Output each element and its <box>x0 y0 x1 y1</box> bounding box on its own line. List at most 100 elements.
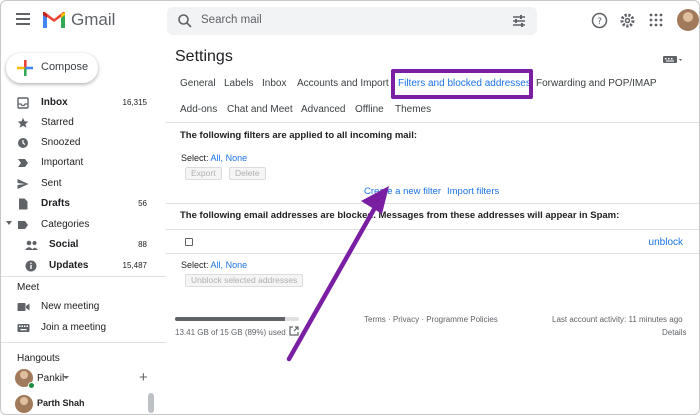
section-divider <box>166 203 699 204</box>
gmail-wordmark: Gmail <box>71 10 116 29</box>
tab-forwarding-and-pop-imap[interactable]: Forwarding and POP/IMAP <box>536 73 657 95</box>
page-title: Settings <box>175 48 233 65</box>
sidebar-item-drafts[interactable]: Drafts 56 <box>1 194 161 214</box>
new-meeting-button[interactable]: New meeting <box>1 297 161 317</box>
hangouts-section-title: Hangouts <box>17 353 60 364</box>
filters-select-row: Select: All, None <box>181 153 247 163</box>
footer-policy-links[interactable]: Terms · Privacy · Programme Policies <box>364 315 498 324</box>
tab-chat-and-meet[interactable]: Chat and Meet <box>227 99 293 121</box>
sidebar-item-count: 88 <box>138 240 147 249</box>
tune-icon[interactable] <box>511 13 527 29</box>
export-button[interactable]: Export <box>185 167 222 180</box>
sidebar-item-label: Starred <box>41 117 74 128</box>
create-new-filter-link[interactable]: Create a new filter <box>364 186 441 197</box>
sidebar-item-updates[interactable]: Updates 15,487 <box>1 256 161 276</box>
chevron-down-icon[interactable] <box>63 376 69 379</box>
hangouts-contact[interactable]: Parth Shah <box>15 395 165 414</box>
hamburger-menu-icon[interactable] <box>16 13 30 25</box>
join-meeting-label: Join a meeting <box>41 322 107 333</box>
meet-section-title: Meet <box>17 282 40 293</box>
tab-add-ons[interactable]: Add-ons <box>180 99 217 121</box>
search-icon[interactable] <box>177 13 193 29</box>
join-meeting-button[interactable]: Join a meeting <box>1 318 161 338</box>
apps-grid-icon[interactable] <box>649 13 663 27</box>
tab-accounts-and-import[interactable]: Accounts and Import <box>297 73 389 95</box>
expand-arrow-icon[interactable] <box>6 221 12 225</box>
sidebar-item-label: Drafts <box>41 198 70 209</box>
label-icon <box>18 221 28 229</box>
svg-text:?: ? <box>597 17 602 27</box>
sidebar-item-label: Updates <box>49 260 89 271</box>
select-comma: , <box>220 260 224 270</box>
select-label: Select: <box>181 153 209 163</box>
blocked-list-divider <box>166 253 699 254</box>
sidebar-item-starred[interactable]: Starred <box>1 113 161 133</box>
gmail-logo-icon <box>43 12 65 28</box>
input-tools-keyboard-icon[interactable] <box>663 55 683 65</box>
sidebar-item-social[interactable]: Social 88 <box>1 235 161 255</box>
select-none-link[interactable]: None <box>226 260 248 270</box>
hangouts-contact-name: Parth Shah <box>37 398 85 408</box>
help-icon[interactable]: ? <box>591 12 608 29</box>
active-tab-highlight-box <box>391 69 533 99</box>
sidebar-item-sent[interactable]: Sent <box>1 174 161 194</box>
unblock-selected-button[interactable]: Unblock selected addresses <box>185 274 304 287</box>
search-bar[interactable]: Search mail <box>167 7 537 35</box>
compose-button[interactable]: Compose <box>6 53 98 83</box>
sidebar-scrollbar[interactable] <box>148 393 154 413</box>
tab-themes[interactable]: Themes <box>395 99 431 121</box>
hangouts-current-user[interactable]: Pankil + <box>15 369 165 391</box>
sidebar-item-label: Inbox <box>41 97 68 108</box>
storage-progress-bar <box>175 317 299 321</box>
sidebar-divider <box>1 276 166 277</box>
online-status-icon <box>28 382 35 389</box>
select-all-link[interactable]: All <box>211 260 221 270</box>
add-contact-plus-icon[interactable]: + <box>139 369 148 387</box>
settings-panel: Settings General Labels Inbox Accounts a… <box>166 41 699 414</box>
clock-icon <box>18 138 28 148</box>
blocked-list-divider <box>166 229 699 230</box>
sidebar-item-inbox[interactable]: Inbox 16,315 <box>1 93 161 113</box>
sidebar-item-label: Categories <box>41 219 90 230</box>
last-account-activity: Last account activity: 11 minutes ago <box>552 315 683 324</box>
draft-icon <box>19 198 28 210</box>
sidebar-item-categories[interactable]: Categories <box>1 215 161 235</box>
select-none-link[interactable]: None <box>226 153 248 163</box>
send-icon <box>17 179 29 189</box>
select-all-link[interactable]: All <box>211 153 221 163</box>
keyboard-icon <box>17 324 30 332</box>
tab-inbox[interactable]: Inbox <box>262 73 286 95</box>
videocam-icon <box>17 303 30 311</box>
account-avatar[interactable] <box>677 9 699 31</box>
top-bar: Gmail Search mail ? <box>1 1 699 41</box>
label-important-icon <box>18 159 28 167</box>
sidebar-item-important[interactable]: Important <box>1 153 161 173</box>
unblock-link[interactable]: unblock <box>649 237 683 248</box>
sidebar-item-snoozed[interactable]: Snoozed <box>1 133 161 153</box>
new-meeting-label: New meeting <box>41 301 100 312</box>
search-placeholder: Search mail <box>201 14 262 26</box>
storage-progress-fill <box>175 317 286 321</box>
tab-offline[interactable]: Offline <box>355 99 384 121</box>
gmail-window: Gmail Search mail ? Compose Inbox 16,315… <box>0 0 700 415</box>
people-icon <box>25 240 38 250</box>
select-comma: , <box>220 153 224 163</box>
blocked-address-checkbox[interactable] <box>185 238 193 246</box>
tab-advanced[interactable]: Advanced <box>301 99 345 121</box>
activity-details-link[interactable]: Details <box>662 328 686 337</box>
delete-button[interactable]: Delete <box>229 167 266 180</box>
blocked-heading: The following email addresses are blocke… <box>180 210 620 221</box>
open-in-new-icon[interactable] <box>289 326 299 336</box>
info-icon <box>25 260 37 272</box>
tabs-row-2: Add-ons Chat and Meet Advanced Offline T… <box>166 99 699 121</box>
sidebar-item-count: 15,487 <box>122 261 147 270</box>
sidebar-item-label: Important <box>41 157 84 168</box>
import-filters-link[interactable]: Import filters <box>447 186 499 197</box>
settings-gear-icon[interactable] <box>619 12 636 29</box>
sidebar-item-label: Sent <box>41 178 62 189</box>
compose-plus-icon <box>17 60 33 76</box>
storage-usage-text: 13.41 GB of 15 GB (89%) used <box>175 328 286 337</box>
tab-general[interactable]: General <box>180 73 216 95</box>
tab-labels[interactable]: Labels <box>224 73 253 95</box>
sidebar-item-label: Snoozed <box>41 137 81 148</box>
